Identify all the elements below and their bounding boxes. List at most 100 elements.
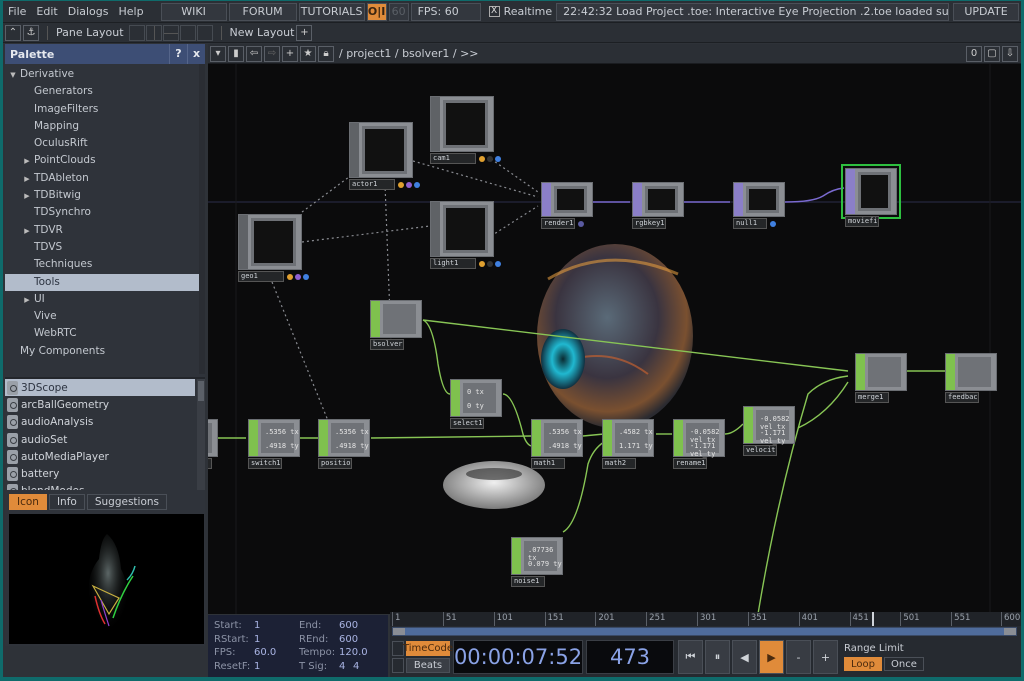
node-name-label[interactable]: moviefileout1 — [845, 216, 879, 227]
node-flag-strip[interactable] — [734, 183, 743, 216]
end-field[interactable]: 600 — [339, 620, 384, 631]
node-name-label[interactable]: cam1 — [430, 153, 476, 164]
expand-open-icon[interactable]: ▼ — [8, 67, 18, 84]
step-forward-button[interactable]: + — [813, 640, 838, 674]
component-list-item[interactable]: blendModes — [5, 483, 195, 490]
node-flag-strip[interactable] — [856, 354, 865, 390]
node-name-label[interactable]: rename1 — [673, 458, 707, 469]
palette-tree-item[interactable]: TDSynchro — [5, 204, 199, 221]
palette-tree-item[interactable]: ▼ Derivative — [5, 66, 199, 83]
tsig-denominator-field[interactable]: 4 — [353, 661, 367, 672]
node-rgbkey1[interactable] — [632, 182, 684, 217]
rewind-button[interactable]: ⏮ — [678, 640, 703, 674]
node-flag-dot-icon[interactable] — [487, 155, 493, 162]
menu-file[interactable]: File — [3, 5, 31, 18]
node-name-label[interactable]: render1 — [541, 218, 575, 229]
home-icon[interactable]: ▮ — [228, 45, 244, 62]
palette-close-button[interactable]: x — [187, 44, 205, 64]
node-flag-dot-icon[interactable] — [287, 273, 293, 280]
tab-icon[interactable]: Icon — [9, 494, 47, 510]
layout-split-horizontal-button[interactable] — [162, 24, 179, 41]
component-list-item[interactable]: audioAnalysis — [5, 414, 195, 431]
node-flag-dot-icon[interactable] — [495, 155, 501, 162]
node-flag-strip[interactable] — [319, 420, 328, 456]
tutorials-button[interactable]: TUTORIALS — [298, 2, 365, 21]
node-flag-strip[interactable] — [674, 420, 683, 456]
node-flag-dot-icon[interactable] — [479, 260, 485, 267]
node-name-label[interactable]: n1 — [208, 458, 212, 469]
node-flag-dot-icon[interactable] — [303, 273, 309, 280]
range-slider[interactable] — [392, 627, 1017, 636]
pause-button[interactable]: ⏸ — [705, 640, 730, 674]
palette-help-button[interactable]: ? — [169, 44, 187, 64]
beats-mode-button[interactable]: Beats — [406, 658, 450, 673]
node-light1[interactable] — [430, 201, 494, 257]
component-list-item[interactable]: arcBallGeometry — [5, 396, 195, 413]
menu-help[interactable]: Help — [114, 5, 149, 18]
node-flag-strip[interactable] — [744, 407, 753, 443]
network-canvas[interactable]: geo1 actor1 cam1 light1 render1 rgbkey1 null1 m… — [208, 64, 1021, 614]
window-icon[interactable]: ▢ — [984, 45, 1000, 62]
layout-quad-button[interactable] — [196, 24, 213, 41]
node-cam1[interactable] — [430, 96, 494, 152]
tab-suggestions[interactable]: Suggestions — [86, 494, 167, 510]
lock-icon[interactable]: 🔒︎ — [318, 45, 334, 62]
node-flag-dot-icon[interactable] — [414, 181, 420, 188]
expand-closed-icon[interactable]: ▶ — [22, 171, 32, 188]
node-flag-strip[interactable] — [633, 183, 642, 216]
counter-button[interactable]: 0 — [966, 45, 982, 62]
node-flag-strip[interactable] — [249, 420, 258, 456]
back-arrow-icon[interactable]: ⇦ — [246, 45, 262, 62]
node-name-label[interactable]: light1 — [430, 258, 476, 269]
node-flag-strip[interactable] — [542, 183, 551, 216]
palette-tree-item[interactable]: ▶ TDBitwig — [5, 187, 199, 204]
range-start-handle[interactable] — [393, 628, 405, 635]
node-flag-strip[interactable] — [532, 420, 541, 456]
palette-tree-item[interactable]: Tools — [5, 273, 199, 291]
palette-tree-item[interactable]: My Components — [5, 343, 199, 360]
node-flag-dot-icon[interactable] — [487, 260, 493, 267]
node-flag-strip[interactable] — [846, 169, 855, 214]
menu-edit[interactable]: Edit — [31, 5, 62, 18]
bookmark-star-icon[interactable]: ★ — [300, 45, 316, 62]
expand-closed-icon[interactable]: ▶ — [22, 292, 32, 309]
node-select1[interactable]: 0 tx 0 ty — [450, 379, 502, 417]
expand-closed-icon[interactable]: ▶ — [22, 188, 32, 205]
node-flag-dot-icon[interactable] — [406, 181, 412, 188]
palette-tree-item[interactable]: Vive — [5, 308, 199, 325]
play-forward-button[interactable]: ▶ — [759, 640, 784, 674]
palette-tree-item[interactable]: ImageFilters — [5, 101, 199, 118]
anchor-icon[interactable]: ⚓ — [23, 24, 39, 41]
fps-cap-field[interactable]: 60 — [388, 2, 409, 21]
node-switch1[interactable]: .5356 tx .4918 ty — [248, 419, 300, 457]
node-flag-strip[interactable] — [451, 380, 460, 416]
layout-three-button[interactable] — [179, 24, 196, 41]
node-bsolver1[interactable] — [370, 300, 422, 338]
node-flag-dot-icon[interactable] — [479, 155, 485, 162]
frame-display[interactable]: 473 — [586, 640, 674, 674]
add-icon[interactable]: + — [282, 45, 298, 62]
rend-field[interactable]: 600 — [339, 634, 384, 645]
timecode-display[interactable]: 00:00:07:52 — [453, 640, 583, 674]
node-geo1[interactable] — [238, 214, 302, 270]
start-field[interactable]: 1 — [254, 620, 299, 631]
node-moviefileout1[interactable] — [841, 164, 901, 219]
node-flag-strip[interactable] — [431, 97, 440, 151]
node-flag-dot-icon[interactable] — [398, 181, 404, 188]
maximize-icon[interactable]: ⌃ — [5, 24, 21, 41]
palette-tree-item[interactable]: WebRTC — [5, 325, 199, 342]
palette-tree-item[interactable]: ▶ TDVR — [5, 222, 199, 239]
layout-single-button[interactable] — [128, 24, 145, 41]
node-math2[interactable]: .4582 tx 1.171 ty — [602, 419, 654, 457]
expand-closed-icon[interactable]: ▶ — [22, 153, 32, 170]
forum-button[interactable]: FORUM — [228, 2, 297, 21]
node-name-label[interactable]: bsolver1 — [370, 339, 404, 350]
layout-split-vertical-button[interactable] — [145, 24, 162, 41]
node-name-label[interactable]: switch1 — [248, 458, 282, 469]
node-name-label[interactable]: select1 — [450, 418, 484, 429]
update-button[interactable]: UPDATE — [953, 2, 1019, 21]
palette-tree-item[interactable]: ▶ PointClouds — [5, 152, 199, 169]
scroll-thumb[interactable] — [198, 381, 204, 401]
network-editor[interactable]: ▾ ▮ ⇦ ⇨ + ★ 🔒︎ / project1 / bsolver1 / >… — [208, 44, 1021, 614]
node-name-label[interactable]: position — [318, 458, 352, 469]
